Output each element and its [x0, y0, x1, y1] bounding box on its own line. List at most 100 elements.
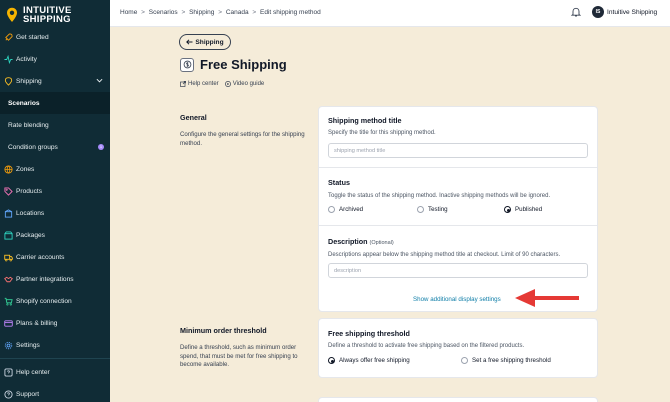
sidebar-item-help-center[interactable]: Help center	[0, 361, 110, 383]
arrow-left-icon	[186, 39, 193, 45]
sidebar-nav: Get started Activity Shipping Scenarios …	[0, 26, 110, 402]
sidebar-item-locations[interactable]: Locations	[0, 202, 110, 224]
external-link-icon	[180, 81, 186, 87]
radio-circle	[417, 206, 424, 213]
general-settings-card: Shipping method title Specify the title …	[318, 106, 598, 312]
radio-label: Archived	[339, 206, 364, 213]
support-icon	[4, 389, 13, 399]
status-archived-radio[interactable]: Archived	[328, 206, 363, 213]
user-name: Intuitive Shipping	[607, 8, 658, 16]
card-divider	[319, 225, 597, 226]
description-input[interactable]	[328, 263, 588, 278]
sidebar-item-label: Locations	[16, 209, 45, 217]
breadcrumb-home[interactable]: Home	[120, 9, 137, 16]
sidebar-item-activity[interactable]: Activity	[0, 48, 110, 70]
top-bar: Home > Scenarios > Shipping > Canada > E…	[110, 0, 670, 27]
radio-circle-selected	[504, 206, 511, 213]
back-button-label: Shipping	[195, 38, 224, 46]
sidebar-item-label: Packages	[16, 231, 45, 239]
bell-icon[interactable]	[571, 7, 581, 17]
breadcrumb-canada[interactable]: Canada	[226, 9, 249, 16]
breadcrumb-shipping[interactable]: Shipping	[189, 9, 214, 16]
minimum-order-section-title: Minimum order threshold	[180, 326, 267, 335]
status-label: Status	[328, 178, 350, 187]
truck-icon	[4, 253, 13, 262]
breadcrumb-scenarios[interactable]: Scenarios	[149, 9, 178, 16]
card-divider	[319, 167, 597, 168]
description-help: Descriptions appear below the shipping m…	[328, 252, 561, 258]
sidebar-item-partner-integrations[interactable]: Partner integrations	[0, 268, 110, 290]
sidebar-item-shopify-connection[interactable]: Shopify connection	[0, 290, 110, 312]
show-additional-display-settings-link[interactable]: Show additional display settings	[413, 296, 501, 303]
breadcrumb-current: Edit shipping method	[260, 9, 321, 16]
status-published-radio[interactable]: Published	[504, 206, 542, 213]
globe-icon	[4, 164, 13, 174]
help-center-link-label: Help center	[188, 81, 219, 87]
play-icon	[224, 81, 231, 87]
sidebar-item-condition-groups[interactable]: Condition groups 1	[0, 136, 110, 158]
video-guide-link[interactable]: Video guide	[224, 81, 265, 87]
brand-name: INTUITIVE SHIPPING	[23, 6, 72, 25]
sidebar-item-label: Zones	[16, 165, 35, 173]
sidebar-item-carrier-accounts[interactable]: Carrier accounts	[0, 246, 110, 268]
brand-logo[interactable]: INTUITIVE SHIPPING	[0, 0, 110, 26]
sidebar-item-label: Activity	[16, 55, 37, 63]
avatar: IS	[592, 6, 604, 18]
box-icon	[4, 230, 13, 240]
sidebar-item-get-started[interactable]: Get started	[0, 26, 110, 48]
sidebar-item-rate-blending[interactable]: Rate blending	[0, 114, 110, 136]
page-header: Free Shipping	[180, 57, 287, 72]
sidebar-item-scenarios[interactable]: Scenarios	[0, 92, 110, 114]
sidebar-item-support[interactable]: Support	[0, 383, 110, 402]
method-title-label: Shipping method title	[328, 116, 402, 125]
radio-circle	[461, 357, 468, 364]
sidebar-item-label: Shopify connection	[16, 297, 72, 305]
radio-label: Set a free shipping threshold	[472, 357, 551, 364]
general-section-description: Configure the general settings for the s…	[180, 131, 305, 147]
user-menu[interactable]: IS Intuitive Shipping	[592, 6, 657, 18]
back-to-shipping-button[interactable]: Shipping	[179, 34, 231, 50]
general-section-title: General	[180, 113, 207, 122]
header-links: Help center Video guide	[180, 81, 264, 87]
status-testing-radio[interactable]: Testing	[417, 206, 448, 213]
count-badge: 1	[98, 144, 104, 150]
status-help: Toggle the status of the shipping method…	[328, 193, 551, 199]
sidebar-item-label: Help center	[16, 368, 50, 376]
sidebar-item-label: Shipping	[16, 77, 42, 85]
sidebar-item-products[interactable]: Products	[0, 180, 110, 202]
sidebar-item-label: Products	[16, 187, 43, 195]
sidebar-item-plans-billing[interactable]: Plans & billing	[0, 312, 110, 334]
sidebar-item-packages[interactable]: Packages	[0, 224, 110, 246]
sidebar-item-label: Plans & billing	[16, 319, 58, 327]
always-offer-free-shipping-radio[interactable]: Always offer free shipping	[328, 357, 410, 364]
threshold-label: Free shipping threshold	[328, 329, 410, 338]
breadcrumb-separator: >	[218, 9, 223, 16]
free-shipping-threshold-card: Free shipping threshold Define a thresho…	[318, 318, 598, 378]
set-free-shipping-threshold-radio[interactable]: Set a free shipping threshold	[461, 357, 551, 364]
sidebar-item-zones[interactable]: Zones	[0, 158, 110, 180]
pin-icon	[4, 76, 13, 86]
sidebar: INTUITIVE SHIPPING Get started Activity …	[0, 0, 110, 402]
sidebar-item-label: Scenarios	[8, 99, 40, 107]
sidebar-item-settings[interactable]: Settings	[0, 334, 110, 356]
threshold-help: Define a threshold to activate free ship…	[328, 343, 525, 349]
sidebar-item-label: Carrier accounts	[16, 253, 65, 261]
tag-icon	[4, 186, 13, 196]
help-center-link[interactable]: Help center	[180, 81, 219, 87]
method-title-help: Specify the title for this shipping meth…	[328, 130, 436, 136]
activity-icon	[4, 54, 13, 64]
optional-tag: (Optional)	[369, 240, 394, 246]
sidebar-item-shipping[interactable]: Shipping	[0, 70, 110, 92]
help-icon	[4, 367, 13, 377]
shipping-method-title-input[interactable]	[328, 143, 588, 158]
video-guide-link-label: Video guide	[232, 81, 265, 87]
cart-icon	[4, 297, 13, 306]
page-title: Free Shipping	[200, 57, 287, 72]
building-icon	[4, 208, 13, 218]
radio-circle-selected	[328, 357, 335, 364]
sidebar-divider	[0, 358, 110, 359]
sidebar-item-label: Partner integrations	[16, 275, 74, 283]
annotation-arrow-icon	[515, 289, 579, 307]
radio-label: Always offer free shipping	[339, 357, 410, 364]
sidebar-item-label: Settings	[16, 341, 40, 349]
